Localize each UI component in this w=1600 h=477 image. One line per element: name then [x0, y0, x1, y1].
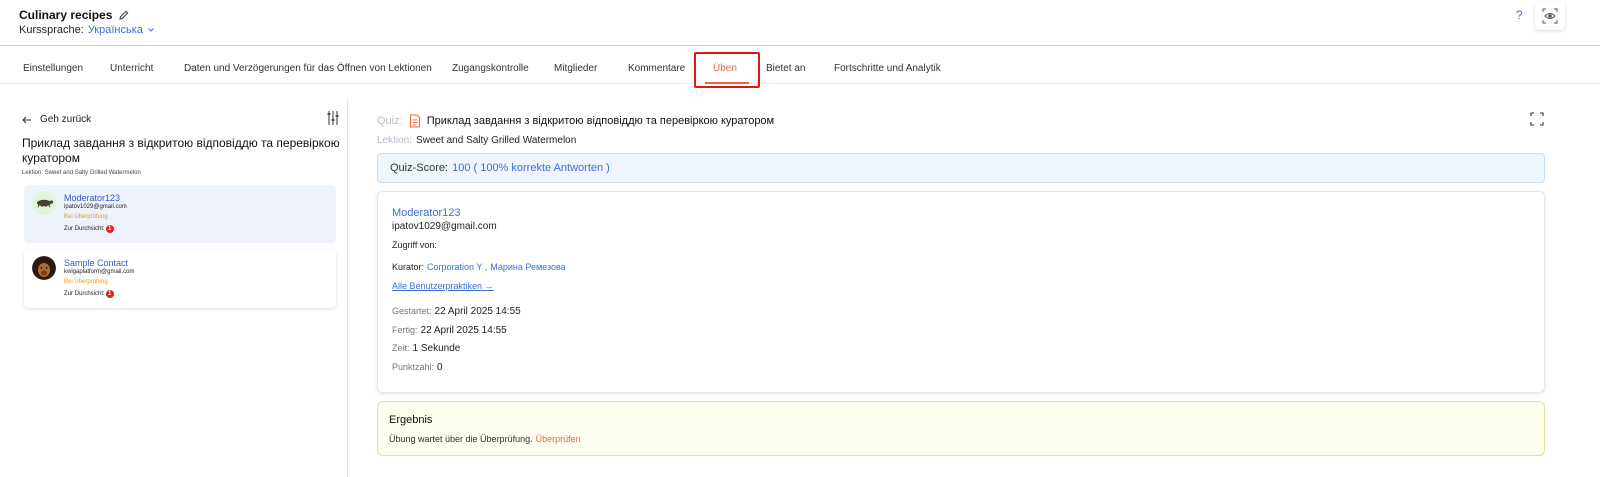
- tab-lessons[interactable]: Unterricht: [110, 46, 153, 84]
- contact-name: Sample Contact: [64, 258, 129, 268]
- avatar: [32, 191, 56, 215]
- arrow-left-icon: [22, 116, 31, 123]
- review-count-badge: 1: [105, 290, 114, 298]
- curator-label: Kurator:: [392, 262, 425, 272]
- review-submission-link[interactable]: Überprüfen: [536, 434, 581, 444]
- avatar: [32, 256, 56, 280]
- back-label: Geh zurück: [40, 114, 92, 125]
- score-value: 100 ( 100% korrekte Antworten ): [452, 162, 610, 174]
- tab-members[interactable]: Mitglieder: [554, 46, 597, 84]
- curator-row: Kurator: Corporation Y , Марина Ремезова: [392, 262, 566, 272]
- started-label: Gestartet:: [392, 306, 432, 316]
- review-count-badge: 1: [105, 225, 114, 233]
- finished-row: Fertig: 22 April 2025 14:55: [392, 325, 507, 336]
- review-count-row: Zur Durchsicht: 1: [64, 290, 114, 298]
- help-button[interactable]: ?: [1516, 8, 1523, 22]
- contact-email: ipatov1029@gmail.com: [64, 204, 127, 210]
- result-text-row: Übung wartet über die Überprüfung. Überp…: [389, 434, 581, 444]
- curator-link-corporation[interactable]: Corporation Y ,: [427, 262, 487, 272]
- access-from: Zugriff von:: [392, 240, 437, 250]
- lesson-value: Sweet and Salty Grilled Watermelon: [416, 135, 577, 146]
- review-label: Zur Durchsicht:: [64, 291, 105, 297]
- edit-pencil-icon[interactable]: [118, 9, 130, 21]
- language-label: Kurssprache:: [19, 24, 84, 36]
- started-row: Gestartet: 22 April 2025 14:55: [392, 306, 521, 317]
- chevron-down-icon[interactable]: [147, 26, 155, 34]
- curator-link-person[interactable]: Марина Ремезова: [490, 262, 565, 272]
- tab-access-control[interactable]: Zugangskontrolle: [452, 46, 529, 84]
- time-value: 1 Sekunde: [412, 343, 461, 354]
- tab-lesson-schedule[interactable]: Daten und Verzögerungen für das Öffnen v…: [184, 46, 432, 84]
- time-row: Zeit: 1 Sekunde: [392, 343, 460, 354]
- tab-settings[interactable]: Einstellungen: [23, 46, 83, 84]
- tab-offers[interactable]: Bietet an: [766, 46, 805, 84]
- time-label: Zeit:: [392, 343, 410, 353]
- review-label: Zur Durchsicht:: [64, 226, 105, 232]
- points-label: Punktzahl:: [392, 362, 435, 372]
- quiz-score-box: Quiz-Score: 100 ( 100% korrekte Antworte…: [377, 153, 1545, 183]
- tab-highlight-box: [694, 52, 760, 88]
- back-button[interactable]: Geh zurück: [22, 114, 91, 125]
- submission-detail-card: Moderator123 ipatov1029@gmail.com Zugrif…: [377, 191, 1545, 393]
- filter-sliders-icon[interactable]: [326, 110, 340, 126]
- page-header: Culinary recipes Kurssprache: Українська…: [0, 0, 1600, 46]
- score-label: Quiz-Score:: [390, 162, 449, 174]
- course-tabs: Einstellungen Unterricht Daten und Verzö…: [0, 46, 1600, 84]
- course-language-row: Kurssprache: Українська: [19, 24, 155, 36]
- lesson-caption: Lektion: Sweet and Salty Grilled Waterme…: [22, 170, 141, 176]
- result-title: Ergebnis: [389, 414, 433, 426]
- quiz-label: Quiz:: [377, 115, 403, 127]
- user-name-link[interactable]: Moderator123: [392, 207, 461, 219]
- lesson-row: Lektion: Sweet and Salty Grilled Waterme…: [377, 135, 576, 146]
- course-title: Culinary recipes: [19, 8, 113, 22]
- fullscreen-icon[interactable]: [1530, 112, 1544, 126]
- eye-icon: [1542, 8, 1558, 24]
- started-value: 22 April 2025 14:55: [434, 306, 521, 317]
- result-text: Übung wartet über die Überprüfung.: [389, 434, 533, 444]
- tab-comments[interactable]: Kommentare: [628, 46, 685, 84]
- review-count-row: Zur Durchsicht: 1: [64, 225, 114, 233]
- preview-button[interactable]: [1535, 2, 1565, 30]
- result-box: Ergebnis Übung wartet über die Überprüfu…: [377, 401, 1545, 456]
- finished-label: Fertig:: [392, 325, 418, 335]
- course-title-row: Culinary recipes: [19, 8, 130, 22]
- language-selector[interactable]: Українська: [88, 24, 143, 36]
- document-icon: [409, 114, 420, 128]
- submission-card[interactable]: Moderator123 ipatov1029@gmail.com Bei Üb…: [24, 185, 336, 243]
- quiz-title-main: Приклад завдання з відкритою відповіддю …: [426, 115, 775, 127]
- status-badge: Bei Überprüfung: [64, 214, 108, 220]
- turtle-avatar-icon: [32, 191, 56, 215]
- contact-email: kwigaplatform@gmail.com: [64, 269, 135, 275]
- dog-avatar-icon: [32, 256, 56, 280]
- submission-card[interactable]: Sample Contact kwigaplatform@gmail.com B…: [24, 250, 336, 308]
- status-badge: Bei Überprüfung: [64, 279, 108, 285]
- lesson-label: Lektion:: [377, 135, 413, 146]
- points-value: 0: [437, 362, 443, 373]
- points-row: Punktzahl: 0: [392, 362, 443, 373]
- all-user-practices-link[interactable]: Alle Benutzerpraktiken →: [392, 281, 494, 291]
- quiz-title: Приклад завдання з відкритою відповіддю …: [22, 136, 340, 165]
- finished-value: 22 April 2025 14:55: [420, 325, 507, 336]
- tab-progress-analytics[interactable]: Fortschritte und Analytik: [834, 46, 941, 84]
- quiz-header: Quiz: Приклад завдання з відкритою відпо…: [377, 114, 774, 128]
- user-email: ipatov1029@gmail.com: [392, 221, 497, 232]
- submissions-sidebar: Geh zurück Приклад завдання з відкритою …: [8, 98, 348, 477]
- contact-name: Moderator123: [64, 193, 121, 203]
